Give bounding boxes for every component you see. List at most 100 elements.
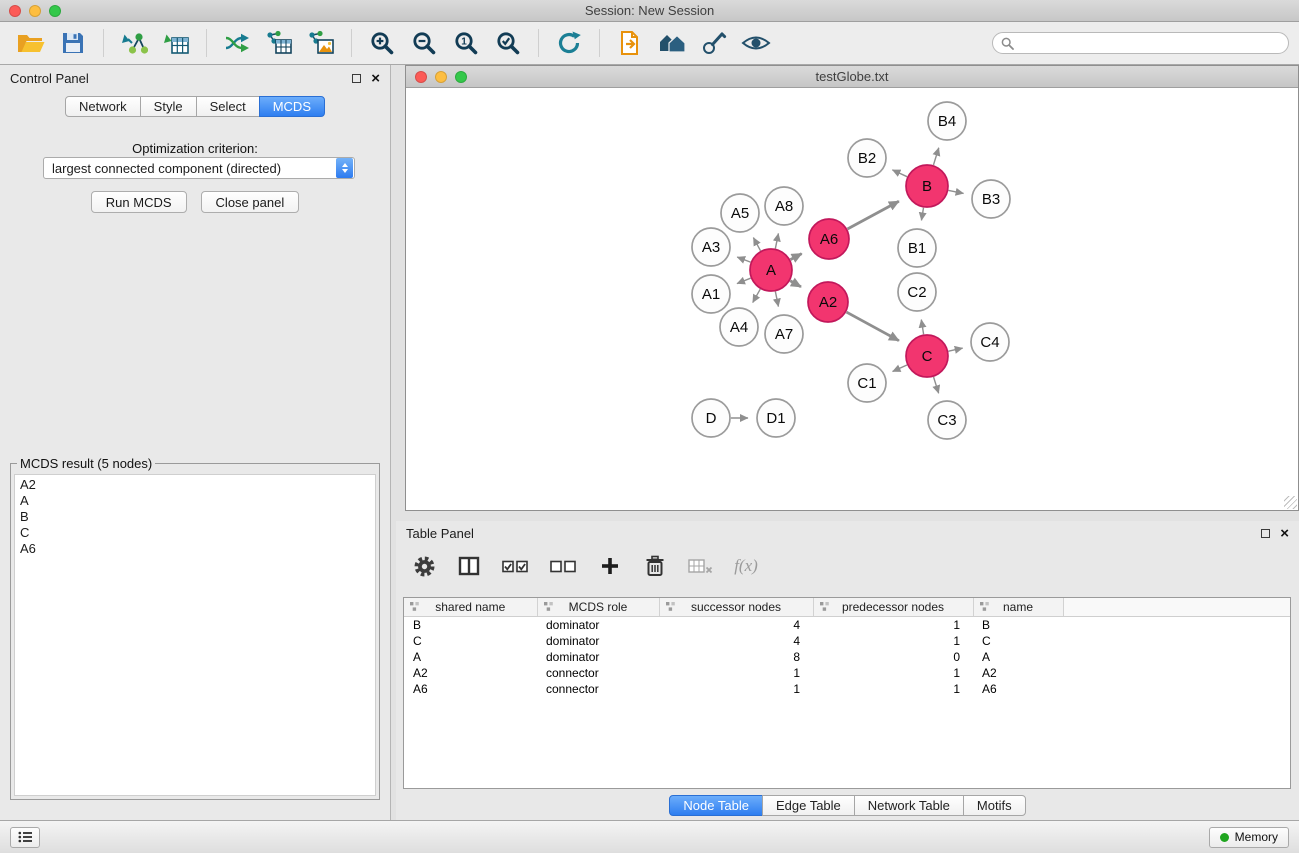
graph-node-B4[interactable]: B4 [928,102,966,140]
close-network-button[interactable] [415,71,427,83]
table-cell[interactable]: C [404,633,537,649]
column-header-predecessor-nodes[interactable]: predecessor nodes [813,598,973,616]
column-header-shared-name[interactable]: shared name [404,598,537,616]
graph-edge-C-C2[interactable] [921,320,923,335]
search-input[interactable] [1019,36,1280,50]
add-row-button[interactable] [598,552,622,580]
open-document-button[interactable] [613,27,647,59]
graph-node-B[interactable]: B [906,165,948,207]
table-cell[interactable]: 4 [659,633,813,649]
graph-node-D[interactable]: D [692,399,730,437]
graph-edge-A-A7[interactable] [775,292,778,307]
tab-node-table[interactable]: Node Table [669,795,763,816]
graph-node-C3[interactable]: C3 [928,401,966,439]
table-cell[interactable]: B [973,616,1063,633]
graph-node-B1[interactable]: B1 [898,229,936,267]
tab-select[interactable]: Select [196,96,260,117]
network-canvas[interactable]: B4B2BB3A5A8A6A3B1AC2A1A2A4A7C4CC1DD1C3 [406,88,1298,510]
table-row[interactable]: Bdominator41B [404,616,1290,633]
graph-node-B3[interactable]: B3 [972,180,1010,218]
table-cell[interactable]: C [973,633,1063,649]
tab-style[interactable]: Style [140,96,197,117]
table-cell[interactable]: 1 [659,681,813,697]
graph-node-A1[interactable]: A1 [692,275,730,313]
graph-edge-C-C3[interactable] [934,377,939,393]
float-panel-icon[interactable] [352,74,361,83]
zoom-fit-button[interactable] [491,27,525,59]
mcds-result-item[interactable]: B [20,509,370,525]
column-header-name[interactable]: name [973,598,1063,616]
table-row[interactable]: A2connector11A2 [404,665,1290,681]
function-builder-button[interactable]: f(x) [734,552,758,580]
table-cell[interactable]: 1 [813,616,973,633]
table-cell[interactable]: connector [537,681,659,697]
save-session-button[interactable] [56,27,90,59]
tab-network[interactable]: Network [65,96,141,117]
close-panel-button[interactable]: Close panel [201,191,300,213]
graph-edge-B-B4[interactable] [933,148,938,165]
graph-edge-C-C4[interactable] [948,348,962,351]
table-cell[interactable]: A6 [973,681,1063,697]
table-cell[interactable]: 8 [659,649,813,665]
graph-edge-B-B3[interactable] [949,190,964,193]
graph-node-A2[interactable]: A2 [808,282,848,322]
table-cell[interactable]: A [973,649,1063,665]
optimization-dropdown[interactable]: largest connected component (directed) [43,157,355,179]
table-cell[interactable]: A2 [973,665,1063,681]
close-table-panel-icon[interactable]: × [1280,526,1289,541]
annotation-button[interactable] [697,27,731,59]
delete-table-button[interactable] [688,552,713,580]
column-header-MCDS-role[interactable]: MCDS role [537,598,659,616]
table-cell[interactable]: 1 [813,633,973,649]
graph-node-C[interactable]: C [906,335,948,377]
memory-button[interactable]: Memory [1209,827,1289,848]
open-file-button[interactable] [14,27,48,59]
table-row[interactable]: Adominator80A [404,649,1290,665]
table-row[interactable]: Cdominator41C [404,633,1290,649]
graph-edge-A-A6[interactable] [790,254,801,260]
graph-node-A4[interactable]: A4 [720,308,758,346]
graph-node-A8[interactable]: A8 [765,187,803,225]
maximize-network-button[interactable] [455,71,467,83]
zoom-out-button[interactable] [407,27,441,59]
import-table-button[interactable] [159,27,193,59]
graph-node-D1[interactable]: D1 [757,399,795,437]
column-header-successor-nodes[interactable]: successor nodes [659,598,813,616]
maximize-window-button[interactable] [49,5,61,17]
table-cell[interactable]: A2 [404,665,537,681]
table-cell[interactable]: 1 [659,665,813,681]
close-panel-icon[interactable]: × [371,71,380,86]
tab-network-table[interactable]: Network Table [854,795,964,816]
zoom-actual-button[interactable]: 1 [449,27,483,59]
graph-edge-A-A4[interactable] [753,289,761,302]
graph-edge-C-C1[interactable] [893,365,907,371]
graph-node-A[interactable]: A [750,249,792,291]
graph-edge-A-A1[interactable] [737,278,751,283]
graph-node-A6[interactable]: A6 [809,219,849,259]
mcds-result-item[interactable]: C [20,525,370,541]
minimize-network-button[interactable] [435,71,447,83]
close-window-button[interactable] [9,5,21,17]
table-cell[interactable]: dominator [537,633,659,649]
graph-node-C1[interactable]: C1 [848,364,886,402]
table-cell[interactable]: 0 [813,649,973,665]
table-cell[interactable]: 1 [813,665,973,681]
export-network-button[interactable] [220,27,254,59]
graph-node-A3[interactable]: A3 [692,228,730,266]
zoom-in-button[interactable] [365,27,399,59]
select-all-columns-button[interactable] [502,552,529,580]
deselect-all-columns-button[interactable] [550,552,577,580]
table-cell[interactable]: connector [537,665,659,681]
graph-node-C4[interactable]: C4 [971,323,1009,361]
home-view-button[interactable] [655,27,689,59]
graph-edge-B-B1[interactable] [921,208,923,221]
table-settings-button[interactable] [412,552,436,580]
show-panels-button[interactable] [10,827,40,848]
import-network-button[interactable] [117,27,151,59]
search-field[interactable] [992,32,1289,54]
table-cell[interactable]: dominator [537,649,659,665]
table-cell[interactable]: A [404,649,537,665]
float-table-panel-icon[interactable] [1261,529,1270,538]
table-cell[interactable]: A6 [404,681,537,697]
table-row[interactable]: A6connector11A6 [404,681,1290,697]
